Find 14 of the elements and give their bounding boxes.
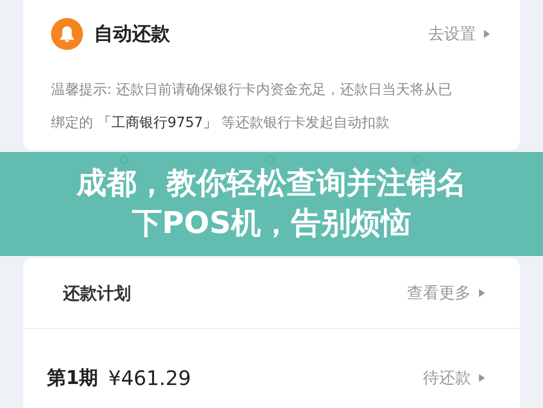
status-link[interactable]: 待还款	[423, 368, 471, 388]
settings-link[interactable]: 去设置	[428, 24, 476, 44]
caret-icon	[484, 30, 490, 38]
more-link[interactable]: 查看更多	[407, 282, 471, 304]
caret-icon	[479, 289, 485, 297]
section-title: 自动还款	[94, 22, 170, 47]
period-label: 第1期	[47, 366, 98, 391]
amount-text: ¥461.29	[108, 366, 191, 390]
bell-icon	[51, 18, 83, 50]
caret-icon	[479, 374, 485, 382]
headline-text: 成都，教你轻松查询并注销名	[76, 166, 466, 201]
notice-text: 温馨提示: 还款日前请确保银行卡内资金充足，还款日当天将从已绑定的 「工商银行9757」 等还款银行卡发起自动扣款	[51, 81, 454, 133]
section-title: 还款计划	[63, 282, 131, 304]
headline-text: 下POS机，告别烦恼	[132, 206, 412, 241]
